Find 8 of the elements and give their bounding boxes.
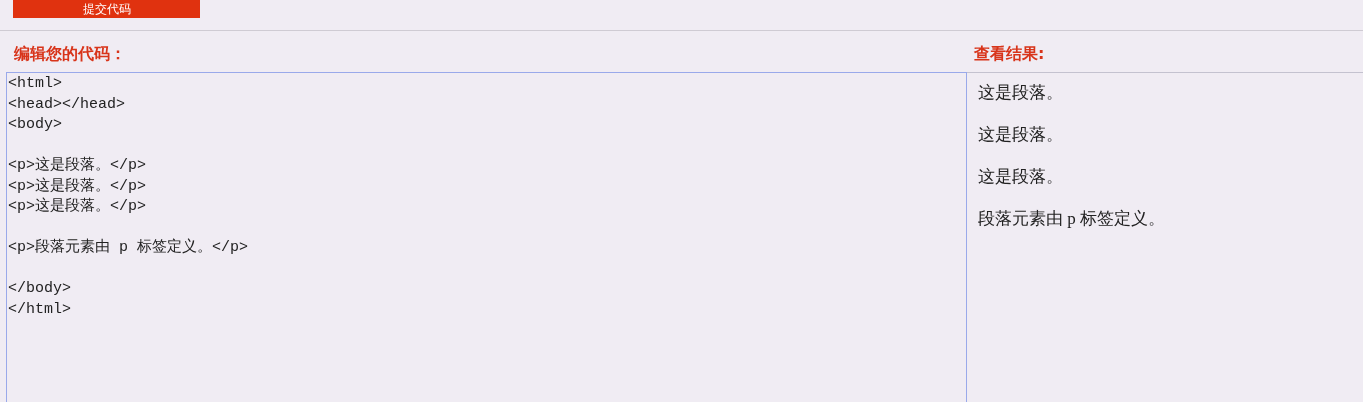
code-editor[interactable]: <html> <head></head> <body> <p>这是段落。</p> <p>这是段落。</p> <p>这是段落。</p> <p>段落元素由 p 标签定义。</p> </body> </html> [6, 72, 967, 402]
result-paragraph: 这是段落。 [978, 124, 1063, 146]
submit-button[interactable]: 提交代码 [13, 0, 200, 18]
result-heading: 查看结果: [973, 43, 1045, 65]
result-paragraph: 这是段落。 [978, 82, 1063, 104]
result-paragraph: 这是段落。 [978, 166, 1063, 188]
editor-heading: 编辑您的代码： [13, 43, 126, 65]
result-paragraph: 段落元素由 p 标签定义。 [978, 208, 1165, 230]
